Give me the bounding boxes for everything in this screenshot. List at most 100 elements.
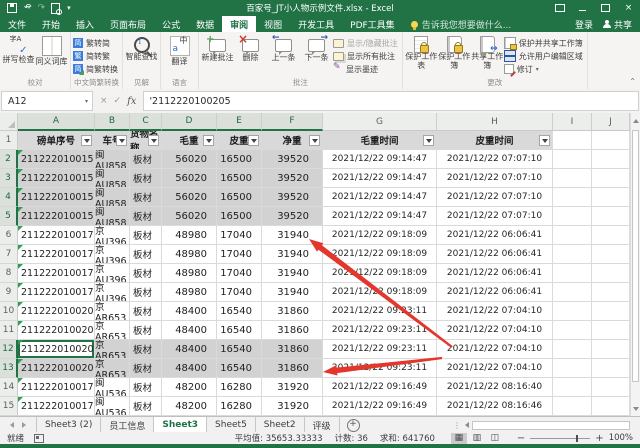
cell-E14[interactable]: 16280 [217, 378, 262, 397]
column-header-C[interactable]: C [130, 113, 162, 131]
cell-C7[interactable]: 板材 [130, 245, 162, 264]
cell-H4[interactable]: 2021/12/22 07:07:10 [437, 188, 553, 207]
macro-record-icon[interactable] [34, 434, 44, 443]
sheet-tab-员工信息[interactable]: 员工信息 [101, 417, 154, 433]
empty-cell[interactable] [553, 226, 592, 245]
column-header-J[interactable]: J [592, 113, 630, 131]
minimize-icon[interactable] [571, 0, 594, 16]
redo-icon[interactable]: ↷▾ [38, 4, 45, 13]
empty-cell[interactable] [553, 283, 592, 302]
cell-D14[interactable]: 48200 [162, 378, 217, 397]
filter-dropdown-icon[interactable] [248, 135, 259, 146]
cell-B5[interactable]: 闽AU858 [95, 207, 130, 226]
menu-tab-页面布局[interactable]: 页面布局 [102, 16, 154, 32]
column-header-I[interactable]: I [553, 113, 592, 131]
scroll-left-icon[interactable] [465, 422, 469, 428]
enter-icon[interactable]: ✓ [114, 96, 122, 106]
cell-H7[interactable]: 2021/12/22 06:06:41 [437, 245, 553, 264]
cell-H13[interactable]: 2021/12/22 07:04:10 [437, 359, 553, 378]
cell-D8[interactable]: 48980 [162, 264, 217, 283]
empty-cell[interactable] [553, 340, 592, 359]
row-header-4[interactable]: 4 [0, 188, 18, 207]
cell-E2[interactable]: 16500 [217, 150, 262, 169]
maximize-icon[interactable] [594, 0, 617, 16]
save-icon[interactable] [7, 3, 17, 13]
empty-cell[interactable] [553, 207, 592, 226]
row-header-5[interactable]: 5 [0, 207, 18, 226]
cell-G15[interactable]: 2021/12/22 09:16:49 [323, 397, 437, 416]
ribbon-button-简繁转换[interactable]: 简繁转换 [73, 63, 118, 75]
cell-H11[interactable]: 2021/12/22 07:04:10 [437, 321, 553, 340]
ribbon-button-新建批注[interactable]: 新建批注 [201, 34, 234, 63]
ribbon-button-允许用户编辑区域[interactable]: 允许用户编辑区域 [504, 50, 583, 62]
next-sheet-icon[interactable] [22, 422, 26, 428]
cell-B11[interactable]: 京AR653 [95, 321, 130, 340]
empty-cell[interactable] [553, 359, 592, 378]
cell-B4[interactable]: 闽AU858 [95, 188, 130, 207]
row-header-12[interactable]: 12 [0, 340, 18, 359]
sign-in-button[interactable]: 登录 [575, 18, 593, 31]
cell-G13[interactable]: 2021/12/22 09:23:11 [323, 359, 437, 378]
menu-tab-PDF工具集[interactable]: PDF工具集 [342, 16, 403, 32]
horizontal-scrollbar[interactable]: ⋮ [453, 417, 640, 433]
empty-cell[interactable] [592, 321, 630, 340]
cell-E3[interactable]: 16500 [217, 169, 262, 188]
cell-C10[interactable]: 板材 [130, 302, 162, 321]
row-header-8[interactable]: 8 [0, 264, 18, 283]
close-icon[interactable]: × [617, 0, 640, 16]
cell-D15[interactable]: 48200 [162, 397, 217, 416]
menu-tab-文件[interactable]: 文件 [0, 16, 34, 32]
cell-C14[interactable]: 板材 [130, 378, 162, 397]
cell-H15[interactable]: 2021/12/22 08:16:46 [437, 397, 553, 416]
empty-cell[interactable] [553, 378, 592, 397]
column-header-G[interactable]: G [323, 113, 437, 131]
cell-A10[interactable]: 2112220100205 [18, 302, 95, 321]
page-break-view-icon[interactable]: ◫ [487, 433, 503, 444]
empty-cell[interactable] [592, 378, 630, 397]
cell-H8[interactable]: 2021/12/22 06:06:41 [437, 264, 553, 283]
ribbon-button-显示所有批注[interactable]: 显示所有批注 [333, 50, 398, 62]
ribbon-button-共享工作簿[interactable]: 共享工作簿 [471, 34, 504, 71]
cell-D3[interactable]: 56020 [162, 169, 217, 188]
column-header-E[interactable]: E [217, 113, 262, 131]
cell-D9[interactable]: 48980 [162, 283, 217, 302]
share-button[interactable]: 共享 [603, 18, 632, 31]
splitter-handle[interactable]: ⋮ [453, 421, 462, 430]
scroll-down-icon[interactable] [631, 401, 640, 416]
cell-B3[interactable]: 闽AU858 [95, 169, 130, 188]
cell-D11[interactable]: 48400 [162, 321, 217, 340]
collapse-ribbon-icon[interactable]: ⌃ [629, 77, 636, 86]
name-box-caret-icon[interactable]: ▾ [85, 98, 92, 105]
normal-view-icon[interactable]: ▦ [451, 433, 467, 444]
cell-F6[interactable]: 31940 [262, 226, 323, 245]
column-header-H[interactable]: H [437, 113, 553, 131]
column-header-A[interactable]: A [18, 113, 95, 131]
empty-cell[interactable] [553, 264, 592, 283]
cell-H6[interactable]: 2021/12/22 06:06:41 [437, 226, 553, 245]
empty-cell[interactable] [592, 245, 630, 264]
filter-dropdown-icon[interactable] [81, 135, 92, 146]
empty-cell[interactable] [553, 245, 592, 264]
cell-H2[interactable]: 2021/12/22 07:07:10 [437, 150, 553, 169]
ribbon-button-显示/隐藏批注[interactable]: 显示/隐藏批注 [333, 37, 398, 49]
cell-A5[interactable]: 2112220100151 [18, 207, 95, 226]
empty-cell[interactable] [553, 302, 592, 321]
column-header-D[interactable]: D [162, 113, 217, 131]
tell-me-box[interactable]: 告诉我您想要做什么... [403, 16, 520, 32]
empty-cell[interactable] [592, 188, 630, 207]
cell-A14[interactable]: 2112220100176 [18, 378, 95, 397]
empty-cell[interactable] [592, 207, 630, 226]
cell-E13[interactable]: 16540 [217, 359, 262, 378]
zoom-in-icon[interactable]: + [595, 433, 603, 444]
cell-A4[interactable]: 2112220100151 [18, 188, 95, 207]
filter-dropdown-icon[interactable] [116, 135, 127, 146]
empty-cell[interactable] [592, 169, 630, 188]
cell-A8[interactable]: 2112220100178 [18, 264, 95, 283]
cell-B9[interactable]: 京AU396 [95, 283, 130, 302]
row-header-2[interactable]: 2 [0, 150, 18, 169]
cell-A12[interactable]: 2112220100205 [18, 340, 95, 359]
cell-F9[interactable]: 31940 [262, 283, 323, 302]
cell-G10[interactable]: 2021/12/22 09:23:11 [323, 302, 437, 321]
cell-E11[interactable]: 16540 [217, 321, 262, 340]
cell-E15[interactable]: 16280 [217, 397, 262, 416]
